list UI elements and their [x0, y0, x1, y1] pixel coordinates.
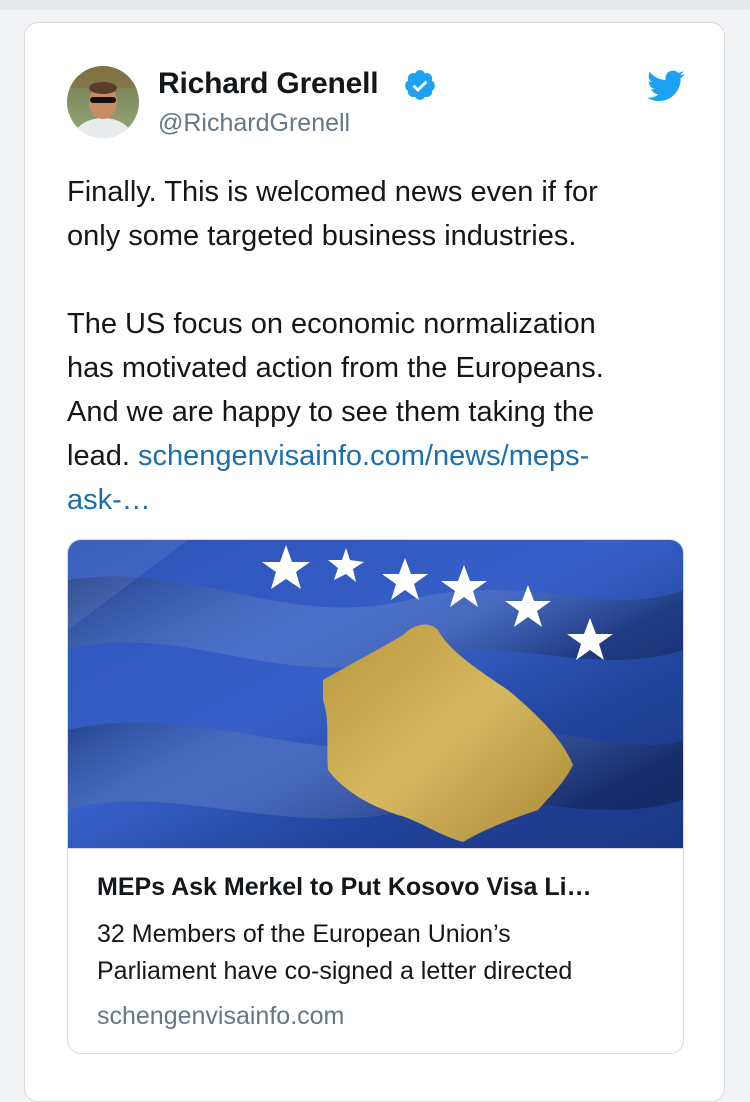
- link-card-description: 32 Members of the European Union’s Parli…: [97, 916, 657, 990]
- tweet-line: has motivated action from the Europeans.: [67, 352, 604, 384]
- verified-badge-icon: [403, 68, 437, 102]
- tweet-link-continued[interactable]: ask-…: [67, 484, 151, 516]
- link-card-description-line: Parliament have co-signed a letter direc…: [97, 957, 573, 985]
- twitter-bird-icon[interactable]: [647, 70, 685, 102]
- link-card-description-line: 32 Members of the European Union’s: [97, 920, 511, 948]
- display-name[interactable]: Richard Grenell: [158, 67, 379, 101]
- link-card-title[interactable]: MEPs Ask Merkel to Put Kosovo Visa Li…: [97, 873, 657, 902]
- tweet-line: The US focus on economic normalization: [67, 308, 596, 340]
- tweet-line: lead. schengenvisainfo.com/news/meps-: [67, 434, 687, 478]
- author-handle[interactable]: @RichardGrenell: [158, 109, 350, 138]
- tweet-link[interactable]: schengenvisainfo.com/news/meps-: [138, 440, 589, 472]
- tweet-line-text: lead.: [67, 440, 138, 472]
- link-preview-card[interactable]: MEPs Ask Merkel to Put Kosovo Visa Li… 3…: [67, 539, 684, 1054]
- avatar[interactable]: [67, 66, 139, 138]
- kosovo-flag-image[interactable]: [68, 540, 683, 849]
- tweet-line: Finally. This is welcomed news even if f…: [67, 176, 598, 208]
- tweet-text: Finally. This is welcomed news even if f…: [67, 170, 687, 522]
- tweet-line: And we are happy to see them taking the: [67, 396, 595, 428]
- tweet-line: ask-…: [67, 478, 687, 522]
- link-card-domain: schengenvisainfo.com: [97, 1002, 345, 1030]
- tweet-card: Richard Grenell @RichardGrenell Finally.…: [24, 22, 725, 1102]
- tweet-line: only some targeted business industries.: [67, 220, 577, 252]
- top-strip: [0, 0, 750, 10]
